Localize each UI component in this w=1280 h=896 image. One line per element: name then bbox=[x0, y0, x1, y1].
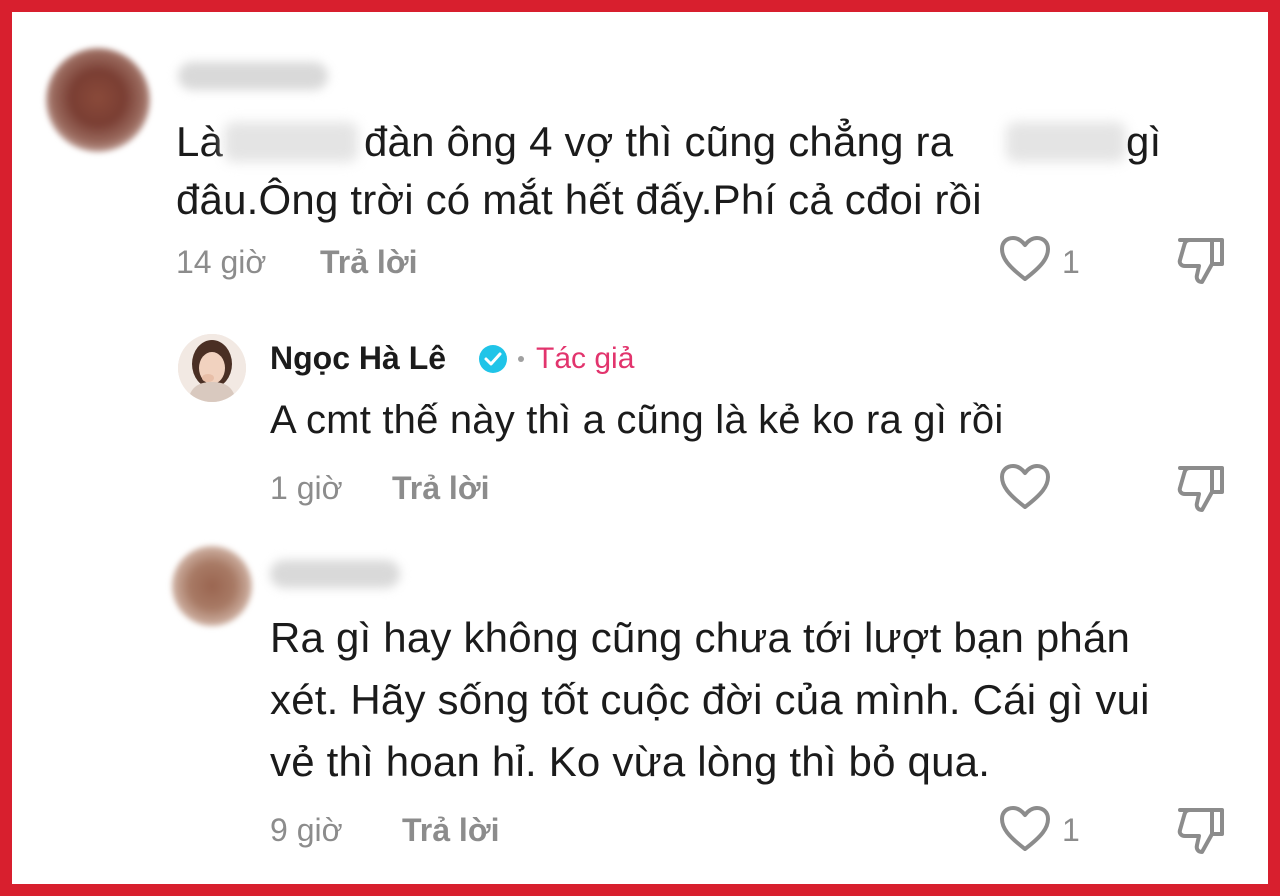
heart-icon[interactable] bbox=[998, 462, 1052, 512]
commenter-name-blurred[interactable] bbox=[270, 560, 400, 588]
reply-text: A cmt thế này thì a cũng là kẻ ko ra gì … bbox=[270, 398, 1004, 442]
commenter-avatar[interactable] bbox=[46, 48, 150, 152]
comment-text-line: Ra gì hay không cũng chưa tới lượt bạn p… bbox=[270, 614, 1131, 661]
reply-button[interactable]: Trả lời bbox=[392, 470, 489, 507]
dislike-icon[interactable] bbox=[1174, 234, 1228, 286]
verified-badge-icon bbox=[478, 344, 508, 374]
comment-text-line: gì bbox=[1126, 118, 1161, 166]
comment-text-line: đâu.Ông trời có mắt hết đấy.Phí cả cđoi … bbox=[176, 176, 982, 223]
heart-icon[interactable] bbox=[998, 234, 1052, 284]
reply-button[interactable]: Trả lời bbox=[402, 812, 499, 849]
heart-icon[interactable] bbox=[998, 804, 1052, 854]
comment-text-fragment: đàn ông 4 vợ thì cũng chẳng ra bbox=[364, 118, 954, 165]
censored-text bbox=[1006, 122, 1126, 162]
author-portrait bbox=[178, 334, 246, 402]
reply-button[interactable]: Trả lời bbox=[320, 244, 417, 281]
dislike-icon[interactable] bbox=[1174, 462, 1228, 514]
comment-text-fragment: Là bbox=[176, 118, 224, 165]
comment-text-line: xét. Hãy sống tốt cuộc đời của mình. Cái… bbox=[270, 676, 1150, 723]
censored-text bbox=[224, 122, 358, 162]
like-count: 1 bbox=[1062, 244, 1080, 280]
dislike-icon[interactable] bbox=[1174, 804, 1228, 856]
comment-text-line: đàn ông 4 vợ thì cũng chẳng ra bbox=[364, 118, 953, 166]
author-avatar[interactable] bbox=[178, 334, 246, 402]
separator-dot bbox=[518, 356, 524, 362]
comment-text-line: Là bbox=[176, 118, 223, 166]
comment-timestamp: 9 giờ bbox=[270, 812, 343, 848]
comments-panel: Là đàn ông 4 vợ thì cũng chẳng ra gì đâu… bbox=[12, 12, 1268, 884]
reply-timestamp: 1 giờ bbox=[270, 470, 343, 506]
comment-text-line: vẻ thì hoan hỉ. Ko vừa lòng thì bỏ qua. bbox=[270, 738, 991, 785]
comment-timestamp: 14 giờ bbox=[176, 244, 267, 280]
author-name[interactable]: Ngọc Hà Lê bbox=[270, 340, 446, 377]
like-count: 1 bbox=[1062, 812, 1080, 848]
comment-text-fragment: gì bbox=[1126, 118, 1162, 165]
commenter-avatar[interactable] bbox=[172, 546, 252, 626]
author-tag: Tác giả bbox=[536, 342, 635, 375]
commenter-name-blurred[interactable] bbox=[178, 62, 328, 90]
